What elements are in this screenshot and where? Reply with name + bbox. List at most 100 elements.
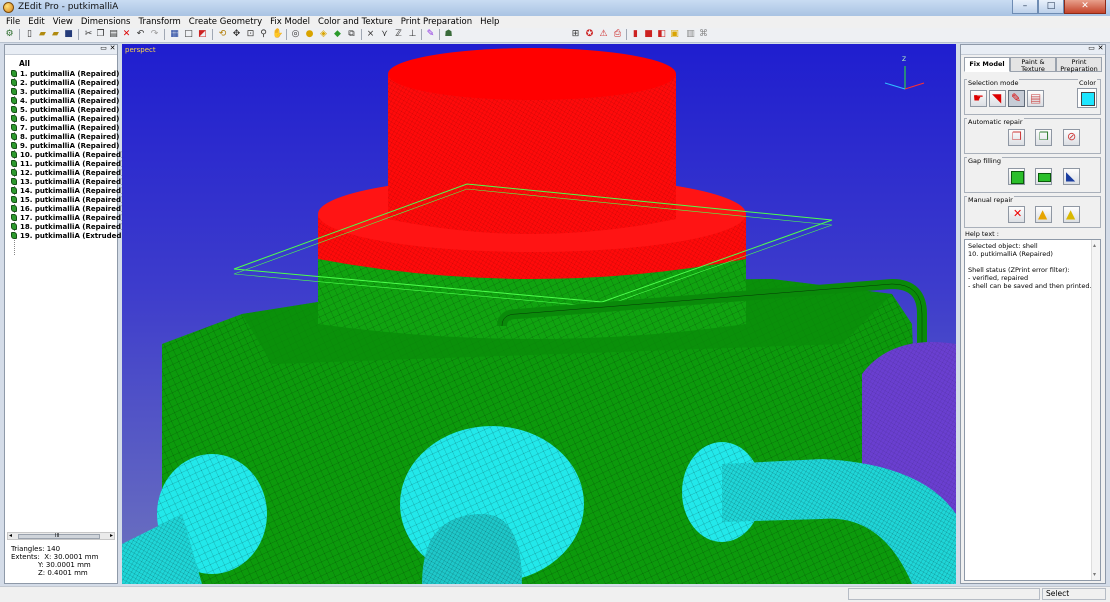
help-vertical-scrollbar[interactable]: ▴ ▾ — [1091, 240, 1100, 580]
fix-icon[interactable]: ⊞ — [570, 29, 581, 40]
rotate-icon[interactable]: ⟲ — [217, 29, 228, 40]
tree-item[interactable]: 9. putkimalliA (Repaired) — [11, 141, 119, 150]
select-triangle-button[interactable]: ◥ — [989, 90, 1006, 107]
tree-item[interactable]: 15. putkimalliA (Repaired) — [11, 195, 124, 204]
color-icon[interactable]: ◈ — [318, 29, 329, 40]
bridge-gap-button[interactable]: ◣ — [1063, 168, 1080, 185]
box-icon[interactable]: □ — [183, 29, 194, 40]
move-icon[interactable]: ✥ — [231, 29, 242, 40]
tree-item[interactable]: 19. putkimalliA (Extruded) — [11, 231, 125, 240]
repair-plane-button[interactable]: ⊘ — [1063, 129, 1080, 146]
add-triangle-button[interactable]: ▲ — [1035, 206, 1052, 223]
save-icon[interactable]: ■ — [63, 29, 74, 40]
z-measure-icon[interactable]: ℤ — [393, 29, 404, 40]
panel-pin-icon[interactable]: ▭ — [1088, 45, 1095, 52]
scroll-up-icon[interactable]: ▴ — [1093, 242, 1096, 249]
select-edge-button[interactable]: ✎ — [1008, 90, 1025, 107]
repair-shell-button[interactable]: ❒ — [1035, 129, 1052, 146]
select-shell-button[interactable]: ☛ — [970, 90, 987, 107]
pan-icon[interactable]: ✋ — [272, 29, 283, 40]
tree-item[interactable]: 2. putkimalliA (Repaired) — [11, 78, 119, 87]
tree-item[interactable]: 6. putkimalliA (Repaired) — [11, 114, 119, 123]
y-measure-icon[interactable]: ⋎ — [379, 29, 390, 40]
menu-color-and-texture[interactable]: Color and Texture — [318, 17, 393, 27]
undo-icon[interactable]: ↶ — [135, 29, 146, 40]
tab-paint-texture[interactable]: Paint & Texture — [1010, 57, 1056, 73]
scrollbar-thumb[interactable]: III — [18, 533, 100, 539]
grid-off-icon[interactable]: ⌘ — [698, 29, 709, 40]
tab-fix-model[interactable]: Fix Model — [964, 57, 1010, 72]
light-icon[interactable]: ● — [304, 29, 315, 40]
zoom-icon[interactable]: ⚲ — [258, 29, 269, 40]
repair-box-button[interactable]: ❒ — [1008, 129, 1025, 146]
grid-icon[interactable]: ▦ — [169, 29, 180, 40]
paste-icon[interactable]: ▤ — [108, 29, 119, 40]
fill-holes-button[interactable] — [1008, 168, 1025, 185]
flip-triangle-button[interactable]: ▲ — [1063, 206, 1080, 223]
menu-transform[interactable]: Transform — [139, 17, 181, 27]
open-icon[interactable]: ▰ — [37, 29, 48, 40]
paint-icon[interactable]: ✎ — [425, 29, 436, 40]
stitch-edges-button[interactable] — [1035, 168, 1052, 185]
delete-triangle-button[interactable]: ✕ — [1008, 206, 1025, 223]
close-button[interactable]: ✕ — [1064, 0, 1106, 14]
delete-icon[interactable]: ✕ — [121, 29, 132, 40]
scroll-left-icon[interactable]: ◂ — [9, 532, 12, 539]
sphere-icon[interactable]: ◎ — [290, 29, 301, 40]
scroll-down-icon[interactable]: ▾ — [1093, 571, 1096, 578]
zoom-region-icon[interactable]: ⊡ — [245, 29, 256, 40]
menu-print-preparation[interactable]: Print Preparation — [401, 17, 472, 27]
redo-icon[interactable]: ↷ — [149, 29, 160, 40]
lock-icon[interactable]: ▥ — [685, 29, 696, 40]
copy-icon[interactable]: ❐ — [95, 29, 106, 40]
tree-horizontal-scrollbar[interactable]: ◂ III ▸ — [7, 532, 115, 540]
menu-fix-model[interactable]: Fix Model — [270, 17, 310, 27]
tree-item[interactable]: 14. putkimalliA (Repaired) — [11, 186, 124, 195]
tree-item[interactable]: 16. putkimalliA (Repaired) — [11, 204, 124, 213]
boundary-icon[interactable]: ■ — [643, 29, 654, 40]
tree-item[interactable]: 13. putkimalliA (Repaired) — [11, 177, 124, 186]
print-icon[interactable]: ⎙ — [612, 29, 623, 40]
panel-pin-icon[interactable]: ▭ — [100, 45, 107, 52]
shell-icon[interactable]: ☗ — [443, 29, 454, 40]
snapshot-icon[interactable]: ◧ — [656, 29, 667, 40]
tree-item[interactable]: 17. putkimalliA (Repaired) — [11, 213, 124, 222]
tree-item[interactable]: 12. putkimalliA (Repaired) — [11, 168, 124, 177]
menu-dimensions[interactable]: Dimensions — [81, 17, 131, 27]
select-region-button[interactable]: ▤ — [1027, 90, 1044, 107]
menu-create-geometry[interactable]: Create Geometry — [189, 17, 262, 27]
tree-item[interactable]: 18. putkimalliA (Repaired) — [11, 222, 124, 231]
panel-close-icon[interactable]: ✕ — [109, 45, 116, 52]
cut-icon[interactable]: ✂ — [83, 29, 94, 40]
tree-item[interactable]: 4. putkimalliA (Repaired) — [11, 96, 119, 105]
axis-icon[interactable]: ⊥ — [407, 29, 418, 40]
wire-icon[interactable]: ⧉ — [346, 29, 357, 40]
tree-item[interactable]: 11. putkimalliA (Repaired) — [11, 159, 124, 168]
tree-item[interactable]: 8. putkimalliA (Repaired) — [11, 132, 119, 141]
repair-icon[interactable]: ✪ — [584, 29, 595, 40]
triangle-icon[interactable]: ⚠ — [598, 29, 609, 40]
x-measure-icon[interactable]: ⨯ — [365, 29, 376, 40]
tab-print-preparation[interactable]: Print Preparation — [1056, 57, 1102, 73]
scroll-right-icon[interactable]: ▸ — [110, 532, 113, 539]
render-icon[interactable]: ◩ — [197, 29, 208, 40]
3d-viewport[interactable]: perspect Z — [122, 44, 956, 584]
menu-edit[interactable]: Edit — [28, 17, 44, 27]
settings-icon[interactable]: ▣ — [669, 29, 680, 40]
color-picker-button[interactable] — [1077, 88, 1097, 108]
tree-item[interactable]: 1. putkimalliA (Repaired) — [11, 69, 119, 78]
menu-file[interactable]: File — [6, 17, 20, 27]
minimize-button[interactable]: – — [1012, 0, 1038, 14]
tree-root[interactable]: All — [19, 59, 30, 68]
red-shell-icon[interactable]: ▮ — [630, 29, 641, 40]
menu-help[interactable]: Help — [480, 17, 499, 27]
tree-item[interactable]: 5. putkimalliA (Repaired) — [11, 105, 119, 114]
tree-item[interactable]: 7. putkimalliA (Repaired) — [11, 123, 119, 132]
menu-view[interactable]: View — [53, 17, 73, 27]
maximize-button[interactable]: □ — [1038, 0, 1064, 14]
tree-item[interactable]: 10. putkimalliA (Repaired) — [11, 150, 124, 159]
app-icon[interactable]: ⚙ — [4, 29, 15, 40]
tree-item[interactable]: 3. putkimalliA (Repaired) — [11, 87, 119, 96]
new-icon[interactable]: ▯ — [24, 29, 35, 40]
open-folder-icon[interactable]: ▰ — [50, 29, 61, 40]
